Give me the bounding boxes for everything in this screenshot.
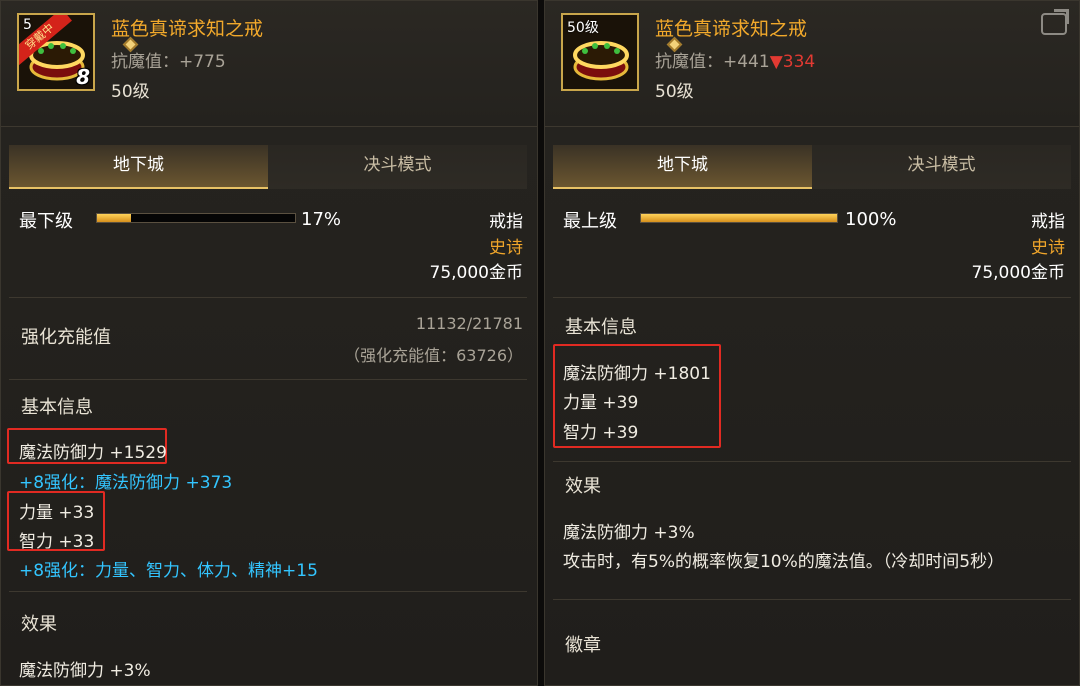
divider [9,297,527,298]
stat-strength: 力量 +39 [563,393,639,413]
magic-resist-diff: ▼334 [769,52,816,72]
item-price: 75,000金币 [429,263,523,283]
magic-resist: 抗魔值：+441▼334 [655,47,815,72]
stat-enhance-bonus: +8强化：魔法防御力 +373 [19,473,233,493]
effect-title: 效果 [565,476,601,497]
item-rarity: 史诗 [489,238,523,258]
grade-progress-bar [640,213,838,223]
effect-title: 效果 [21,614,57,635]
grade-progress-fill [641,214,837,222]
effect-line: 魔法防御力 +3% [563,523,695,543]
divider [553,461,1071,462]
tab-dungeon[interactable]: 地下城 [9,145,268,189]
effect-line: 魔法防御力 +3% [19,661,151,681]
item-name: 蓝色真谛求知之戒 [655,18,808,40]
tab-dungeon[interactable]: 地下城 [553,145,812,189]
charge-value: 11132/21781 [415,314,523,333]
item-name: 蓝色真谛求知之戒 [111,18,264,40]
mode-tabs: 地下城 决斗模式 [9,145,527,191]
tooltip-header: 50级 蓝色真谛求知之戒 抗魔值：+441▼334 50级 [545,1,1079,127]
stat-strength: 力量 +33 [19,503,95,523]
grade-progress-bar [96,213,296,223]
ring-item-icon: 50级 [561,13,639,91]
basic-info-title: 基本信息 [565,317,637,338]
ring-graphic [573,41,629,81]
stat-magic-defense: 魔法防御力 +1801 [563,364,711,384]
basic-info-title: 基本信息 [21,397,93,418]
mode-tabs: 地下城 决斗模式 [553,145,1071,191]
grade-label: 最上级 [563,211,617,232]
grade-percent: 17% [301,209,342,230]
item-tooltip-equipped: 5 穿戴中 8 蓝色真谛求知之戒 抗魔值：+775 50级 地下城 决斗模式 最… [0,0,538,686]
magic-resist-value: 抗魔值：+441 [655,52,770,72]
tab-pvp[interactable]: 决斗模式 [812,145,1071,189]
item-slot: 戒指 [1031,212,1065,232]
divider [9,591,527,592]
charge-label: 强化充能值 [21,327,111,348]
enhance-level: 8 [76,65,90,89]
ring-item-icon: 5 穿戴中 8 [17,13,95,91]
divider [553,297,1071,298]
divider [553,599,1071,600]
share-icon[interactable] [1041,13,1067,35]
charge-total: （强化充能值：63726） [344,346,523,365]
item-level: 50级 [655,82,694,102]
item-tooltip-compare: 50级 蓝色真谛求知之戒 抗魔值：+441▼334 50级 地下城 决斗模式 最… [544,0,1080,686]
divider [9,379,527,380]
stat-intelligence: 智力 +39 [563,423,639,443]
grade-progress-fill [97,214,131,222]
item-level-corner: 5 [23,17,32,33]
badge-title: 徽章 [565,635,601,656]
item-level: 50级 [111,82,150,102]
item-level-corner: 50级 [567,20,599,36]
item-rarity: 史诗 [1031,238,1065,258]
grade-percent: 100% [845,209,897,230]
grade-label: 最下级 [19,211,73,232]
item-price: 75,000金币 [971,263,1065,283]
tooltip-header: 5 穿戴中 8 蓝色真谛求知之戒 抗魔值：+775 50级 [1,1,537,127]
stat-magic-defense: 魔法防御力 +1529 [19,443,167,463]
tab-pvp[interactable]: 决斗模式 [268,145,527,189]
effect-line: 攻击时，有5%的概率恢复10%的魔法值。（冷却时间5秒） [563,552,1005,572]
stat-intelligence: 智力 +33 [19,532,95,552]
stat-enhance-all: +8强化：力量、智力、体力、精神+15 [19,561,318,581]
item-slot: 戒指 [489,212,523,232]
